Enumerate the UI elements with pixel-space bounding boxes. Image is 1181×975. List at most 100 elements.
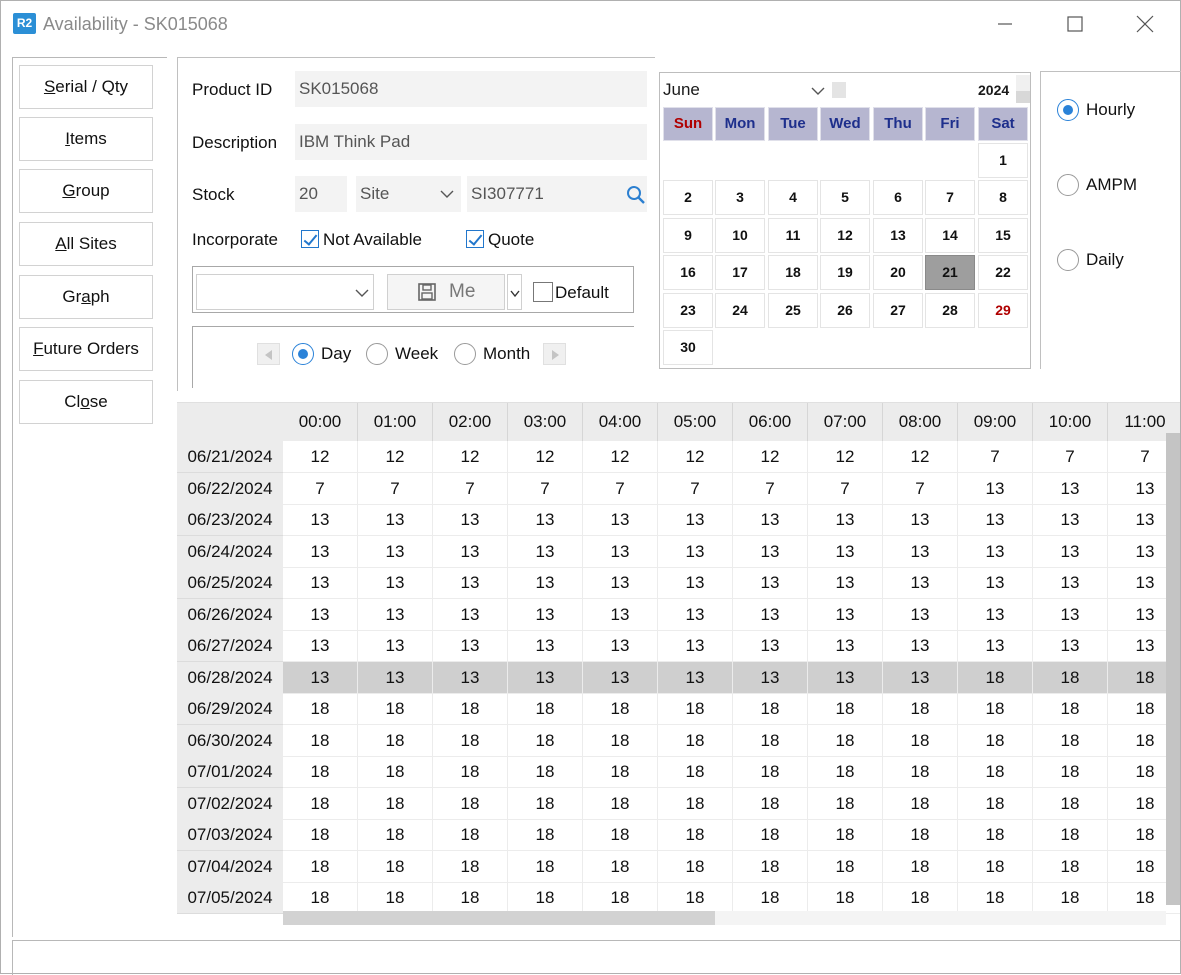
availability-cell[interactable]: 12: [658, 441, 733, 473]
row-date-header[interactable]: 07/01/2024: [177, 756, 283, 788]
next-period-button[interactable]: [543, 343, 566, 365]
calendar-day[interactable]: 17: [715, 255, 765, 290]
availability-cell[interactable]: 18: [658, 819, 733, 851]
availability-cell[interactable]: 13: [508, 535, 583, 568]
availability-cell[interactable]: 12: [433, 441, 508, 473]
availability-cell[interactable]: 13: [658, 535, 733, 568]
availability-cell[interactable]: 13: [733, 661, 808, 694]
availability-cell[interactable]: 18: [808, 882, 883, 914]
availability-cell[interactable]: 18: [433, 787, 508, 820]
availability-cell[interactable]: 13: [883, 661, 958, 694]
row-date-header[interactable]: 06/25/2024: [177, 567, 283, 599]
chevron-down-icon[interactable]: [811, 86, 825, 96]
availability-cell[interactable]: 18: [433, 724, 508, 757]
calendar-day[interactable]: 7: [925, 180, 975, 215]
minimize-button[interactable]: [982, 9, 1028, 39]
calendar-day[interactable]: 16: [663, 255, 713, 290]
availability-cell[interactable]: 18: [283, 756, 358, 788]
availability-cell[interactable]: 13: [1033, 504, 1108, 536]
availability-cell[interactable]: 13: [508, 630, 583, 662]
calendar-day[interactable]: 5: [820, 180, 870, 215]
calendar-day[interactable]: 8: [978, 180, 1028, 215]
availability-cell[interactable]: 18: [883, 882, 958, 914]
availability-cell[interactable]: 12: [808, 441, 883, 473]
availability-cell[interactable]: 18: [658, 756, 733, 788]
availability-cell[interactable]: 7: [658, 472, 733, 505]
availability-cell[interactable]: 18: [733, 787, 808, 820]
availability-cell[interactable]: 18: [733, 693, 808, 725]
availability-cell[interactable]: 13: [1033, 630, 1108, 662]
calendar-day[interactable]: 20: [873, 255, 923, 290]
row-date-header[interactable]: 06/23/2024: [177, 504, 283, 536]
horizontal-scrollbar-thumb[interactable]: [283, 911, 715, 925]
product-id-field[interactable]: SK015068: [295, 71, 647, 107]
availability-cell[interactable]: 13: [658, 504, 733, 536]
close-window-button[interactable]: [1122, 9, 1168, 39]
availability-cell[interactable]: 18: [883, 693, 958, 725]
availability-cell[interactable]: 13: [283, 567, 358, 599]
column-header[interactable]: 00:00: [283, 403, 358, 441]
availability-cell[interactable]: 13: [1033, 598, 1108, 631]
description-field[interactable]: IBM Think Pad: [295, 124, 647, 160]
not-available-checkbox[interactable]: [301, 230, 319, 248]
availability-cell[interactable]: 18: [883, 850, 958, 883]
sidebar-button-close[interactable]: Close: [19, 380, 153, 424]
calendar-month[interactable]: June: [663, 80, 700, 100]
availability-cell[interactable]: 12: [358, 441, 433, 473]
sidebar-button-group[interactable]: Group: [19, 169, 153, 213]
stock-site-field[interactable]: SI307771: [467, 176, 647, 212]
availability-cell[interactable]: 18: [283, 882, 358, 914]
layout-select[interactable]: [196, 274, 374, 310]
row-date-header[interactable]: 06/30/2024: [177, 724, 283, 757]
availability-cell[interactable]: 18: [508, 882, 583, 914]
availability-cell[interactable]: 18: [358, 850, 433, 883]
availability-cell[interactable]: 18: [1033, 756, 1108, 788]
sidebar-button-future-orders[interactable]: Future Orders: [19, 327, 153, 371]
row-date-header[interactable]: 06/24/2024: [177, 535, 283, 568]
period-radio-month[interactable]: [454, 343, 476, 365]
availability-cell[interactable]: 18: [808, 724, 883, 757]
availability-cell[interactable]: 18: [508, 724, 583, 757]
row-date-header[interactable]: 07/05/2024: [177, 882, 283, 914]
availability-cell[interactable]: 13: [583, 567, 658, 599]
availability-cell[interactable]: 18: [358, 756, 433, 788]
calendar-day[interactable]: 23: [663, 293, 713, 328]
availability-cell[interactable]: 18: [733, 756, 808, 788]
availability-cell[interactable]: 18: [1033, 661, 1108, 694]
mode-radio-hourly[interactable]: [1057, 99, 1079, 121]
availability-cell[interactable]: 18: [358, 787, 433, 820]
column-header[interactable]: 08:00: [883, 403, 958, 441]
availability-cell[interactable]: 7: [883, 472, 958, 505]
sidebar-button-serial-qty[interactable]: Serial / Qty: [19, 65, 153, 109]
availability-cell[interactable]: 13: [433, 598, 508, 631]
availability-cell[interactable]: 13: [508, 598, 583, 631]
calendar-day[interactable]: 11: [768, 218, 818, 253]
save-layout-button[interactable]: Me: [387, 274, 505, 310]
availability-cell[interactable]: 12: [883, 441, 958, 473]
availability-cell[interactable]: 18: [808, 693, 883, 725]
default-checkbox[interactable]: [533, 282, 553, 302]
sidebar-button-graph[interactable]: Graph: [19, 275, 153, 319]
column-header[interactable]: 07:00: [808, 403, 883, 441]
availability-cell[interactable]: 13: [283, 661, 358, 694]
availability-cell[interactable]: 18: [883, 724, 958, 757]
calendar-day[interactable]: 19: [820, 255, 870, 290]
availability-cell[interactable]: 7: [808, 472, 883, 505]
availability-cell[interactable]: 13: [883, 535, 958, 568]
calendar-day[interactable]: 12: [820, 218, 870, 253]
availability-cell[interactable]: 18: [433, 850, 508, 883]
availability-cell[interactable]: 18: [433, 693, 508, 725]
availability-cell[interactable]: 18: [283, 724, 358, 757]
availability-cell[interactable]: 13: [358, 661, 433, 694]
availability-cell[interactable]: 18: [658, 724, 733, 757]
column-header[interactable]: 02:00: [433, 403, 508, 441]
availability-cell[interactable]: 18: [583, 819, 658, 851]
availability-cell[interactable]: 18: [958, 819, 1033, 851]
availability-cell[interactable]: 13: [508, 504, 583, 536]
availability-cell[interactable]: 18: [1033, 819, 1108, 851]
calendar-day[interactable]: 30: [663, 330, 713, 365]
availability-cell[interactable]: 13: [808, 504, 883, 536]
column-header[interactable]: 03:00: [508, 403, 583, 441]
column-header[interactable]: 05:00: [658, 403, 733, 441]
row-date-header[interactable]: 07/03/2024: [177, 819, 283, 851]
